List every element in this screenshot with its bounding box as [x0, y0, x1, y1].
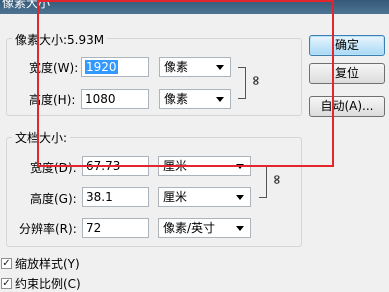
- resolution-unit-value: 像素/英寸: [163, 221, 216, 235]
- doc-height-label: 高度(G):: [30, 192, 77, 206]
- pixel-constrain-bracket: [238, 67, 246, 99]
- pixel-height-unit-value: 像素: [164, 92, 189, 106]
- doc-width-value: 67.73: [86, 159, 121, 173]
- doc-width-input[interactable]: 67.73: [82, 156, 149, 176]
- resolution-label: 分辨率(R):: [19, 222, 77, 236]
- pixel-width-label: 宽度(W):: [29, 61, 79, 75]
- doc-width-unit-value: 厘米: [163, 159, 188, 173]
- doc-height-input[interactable]: 38.1: [82, 187, 149, 207]
- pixel-width-input[interactable]: 1920: [81, 57, 149, 77]
- doc-width-label: 宽度(D):: [30, 161, 77, 175]
- ok-button[interactable]: 确定: [309, 35, 385, 56]
- chevron-down-icon: [216, 65, 224, 70]
- document-size-legend: 文档大小:: [12, 129, 71, 146]
- window-title: 像素大小: [2, 0, 51, 10]
- pixel-width-value: 1920: [85, 60, 118, 74]
- scale-styles-label: 缩放样式(Y): [15, 257, 80, 271]
- doc-height-unit-value: 厘米: [163, 190, 188, 204]
- chevron-down-icon: [216, 97, 224, 102]
- pixel-width-unit-select[interactable]: 像素: [159, 57, 231, 77]
- title-bar: 像素大小: [0, 0, 389, 14]
- resolution-input[interactable]: 72: [82, 218, 149, 238]
- pixel-height-label: 高度(H):: [29, 93, 76, 107]
- chevron-down-icon: [236, 226, 244, 231]
- doc-height-unit-select[interactable]: 厘米: [158, 187, 251, 207]
- resolution-unit-select[interactable]: 像素/英寸: [158, 218, 251, 238]
- doc-width-unit-select[interactable]: 厘米: [158, 156, 251, 176]
- chain-link-icon: ∞: [247, 75, 263, 86]
- chevron-down-icon: [236, 195, 244, 200]
- doc-constrain-bracket: [259, 166, 267, 198]
- reset-button[interactable]: 复位: [309, 63, 385, 84]
- pixel-height-value: 1080: [85, 92, 116, 106]
- pixel-dimensions-legend: 像素大小:5.93M: [12, 31, 108, 48]
- constrain-proportions-label: 约束比例(C): [15, 277, 81, 291]
- doc-height-value: 38.1: [86, 190, 113, 204]
- scale-styles-checkbox[interactable]: ✓: [1, 258, 12, 269]
- auto-button[interactable]: 自动(A)...: [309, 96, 385, 117]
- constrain-proportions-checkbox[interactable]: ✓: [1, 278, 12, 289]
- pixel-height-input[interactable]: 1080: [81, 89, 149, 109]
- resolution-value: 72: [86, 221, 102, 235]
- chain-link-icon: ∞: [268, 174, 284, 185]
- chevron-down-icon: [236, 164, 244, 169]
- pixel-width-unit-value: 像素: [164, 60, 189, 74]
- pixel-height-unit-select[interactable]: 像素: [159, 89, 231, 109]
